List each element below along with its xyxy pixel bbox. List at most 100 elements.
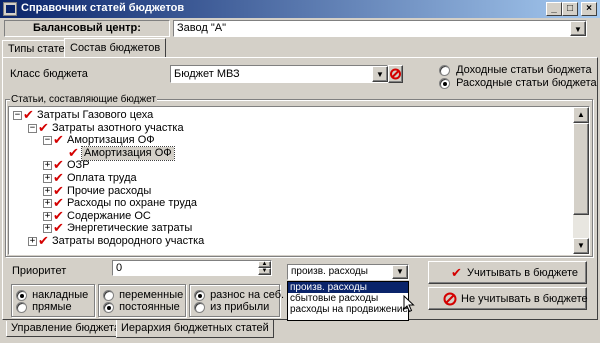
radio-expense-label: Расходные статьи бюджета [456,77,597,89]
tree-node-label: Прочие расходы [67,184,152,197]
tree-node[interactable]: + ✔ Затраты водородного участка [28,234,549,248]
tree-node[interactable]: ✔ Амортизация ОФ [58,145,549,161]
tree-node[interactable]: + ✔ Прочие расходы [43,184,549,198]
close-button[interactable]: × [581,2,597,16]
balance-center-value: Завод "А" [177,22,226,34]
expand-icon[interactable]: + [43,174,52,183]
checkmark-icon: ✔ [451,265,462,280]
tree-node-label: Амортизация ОФ [81,145,175,161]
scroll-thumb[interactable] [573,123,589,215]
radio-allocate-cost[interactable]: разнос на себ. [194,289,284,301]
expand-icon[interactable]: + [43,211,52,221]
tree-node[interactable]: + ✔ ОЗР [43,158,549,172]
tab-budget-composition[interactable]: Состав бюджетов [64,38,167,58]
checkmark-icon[interactable]: ✔ [53,221,64,234]
maximize-button[interactable]: □ [562,2,578,16]
priority-label: Приоритет [12,265,67,277]
category-select[interactable]: произв. расходы ▼ [287,264,409,280]
radio-income-label: Доходные статьи бюджета [456,64,592,76]
window-title: Справочник статей бюджетов [21,2,185,14]
exclude-button-label: Не учитывать в бюджете [461,293,588,305]
expand-icon[interactable]: + [43,199,52,209]
checkmark-icon[interactable]: ✔ [68,146,79,159]
chevron-down-icon[interactable]: ▼ [570,21,586,36]
radio-from-profit-label: из прибыли [210,301,270,313]
checkmark-icon[interactable]: ✔ [38,121,49,134]
radio-variable[interactable]: переменные [103,289,183,301]
priority-value: 0 [116,262,123,274]
prohibited-icon [443,292,457,306]
category-select-value: произв. расходы [291,266,368,277]
tree-node[interactable]: − ✔ Амортизация ОФ [43,133,549,147]
radio-overhead[interactable]: накладные [16,289,88,301]
clear-icon[interactable] [388,65,403,83]
category-option[interactable]: произв. расходы [288,282,408,293]
radio-group-variable: переменные постоянные [98,284,186,317]
radio-direct-label: прямые [32,301,72,313]
budget-items-tree[interactable]: − ✔ Затраты Газового цеха − ✔ Затраты азотног… [8,106,590,255]
spin-down-icon[interactable]: ▼ [258,268,271,275]
app-icon[interactable] [3,2,17,16]
radio-group-allocation: разнос на себ. из прибыли [189,284,284,317]
radio-overhead-dot[interactable] [16,289,27,301]
checkmark-icon[interactable]: ✔ [38,234,49,247]
tree-group-label: Статьи, составляющие бюджет [10,94,157,105]
radio-group-overhead: накладные прямые [11,284,95,317]
category-option[interactable]: сбытовые расходы [288,293,408,304]
budget-class-combo[interactable]: Бюджет МВЗ [170,65,388,83]
collapse-icon[interactable]: − [28,123,37,133]
tree-node[interactable]: + ✔ Энергетические затраты [43,221,549,235]
minimize-button[interactable]: _ [546,2,562,16]
tree-node[interactable]: − ✔ Затраты азотного участка [28,121,549,135]
chevron-down-icon[interactable]: ▼ [392,265,408,279]
include-in-budget-button[interactable]: ✔ Учитывать в бюджете [428,261,587,284]
radio-from-profit[interactable]: из прибыли [194,301,269,313]
radio-from-profit-dot[interactable] [194,301,205,313]
budget-class-label: Класс бюджета [10,68,88,80]
radio-expense[interactable]: Расходные статьи бюджета [439,77,597,89]
tree-node-label: Энергетические затраты [67,222,193,235]
tree-node[interactable]: + ✔ Содержание ОС [43,209,549,223]
scroll-up-icon[interactable]: ▲ [573,107,589,123]
category-option[interactable]: расходы на продвижение [288,304,408,315]
tree-node[interactable]: + ✔ Расходы по охране труда [43,196,549,210]
radio-variable-label: переменные [119,289,184,301]
chevron-down-icon[interactable]: ▼ [372,66,388,82]
radio-overhead-label: накладные [32,289,89,301]
scroll-down-icon[interactable]: ▼ [573,238,589,254]
radio-allocate-cost-dot[interactable] [194,289,205,301]
tree-node-label: Расходы по охране труда [67,197,198,210]
balance-center-combo[interactable]: Завод "А" ▼ [173,20,587,37]
title-bar: Справочник статей бюджетов _ □ × [0,0,600,18]
tree-node-label: Затраты Газового цеха [37,109,154,121]
collapse-icon[interactable]: − [43,136,52,146]
tree-node[interactable]: − ✔ Затраты Газового цеха [13,108,549,122]
expand-icon[interactable]: + [28,237,37,246]
mouse-cursor-icon [403,295,415,313]
spin-up-icon[interactable]: ▲ [258,261,271,268]
budget-class-value: Бюджет МВЗ [174,68,240,80]
tree-node-label: Затраты водородного участка [52,235,205,247]
expand-icon[interactable]: + [43,186,52,196]
expand-icon[interactable]: + [43,161,52,171]
radio-allocate-cost-label: разнос на себ. [210,289,285,301]
checkmark-icon[interactable]: ✔ [53,133,64,146]
category-dropdown-list[interactable]: произв. расходы сбытовые расходы расходы… [287,281,409,321]
priority-spinner[interactable]: 0 ▲ ▼ [112,260,272,276]
exclude-from-budget-button[interactable]: Не учитывать в бюджете [428,287,588,310]
tree-scrollbar[interactable]: ▲ ▼ [573,107,589,254]
radio-variable-dot[interactable] [103,289,114,301]
radio-fixed[interactable]: постоянные [103,301,180,313]
radio-income[interactable]: Доходные статьи бюджета [439,64,592,76]
checkmark-icon[interactable]: ✔ [23,108,34,121]
radio-expense-dot[interactable] [439,77,450,89]
radio-income-dot[interactable] [439,64,450,76]
tree-node-label: Оплата труда [67,172,137,184]
tab-budget-items-hierarchy[interactable]: Иерархия бюджетных статей [116,320,274,338]
radio-direct[interactable]: прямые [16,301,72,313]
tree-node[interactable]: + ✔ Оплата труда [43,171,549,185]
radio-direct-dot[interactable] [16,301,27,313]
collapse-icon[interactable]: − [13,111,22,120]
tree-node-label: Содержание ОС [67,209,151,222]
radio-fixed-dot[interactable] [103,301,114,313]
